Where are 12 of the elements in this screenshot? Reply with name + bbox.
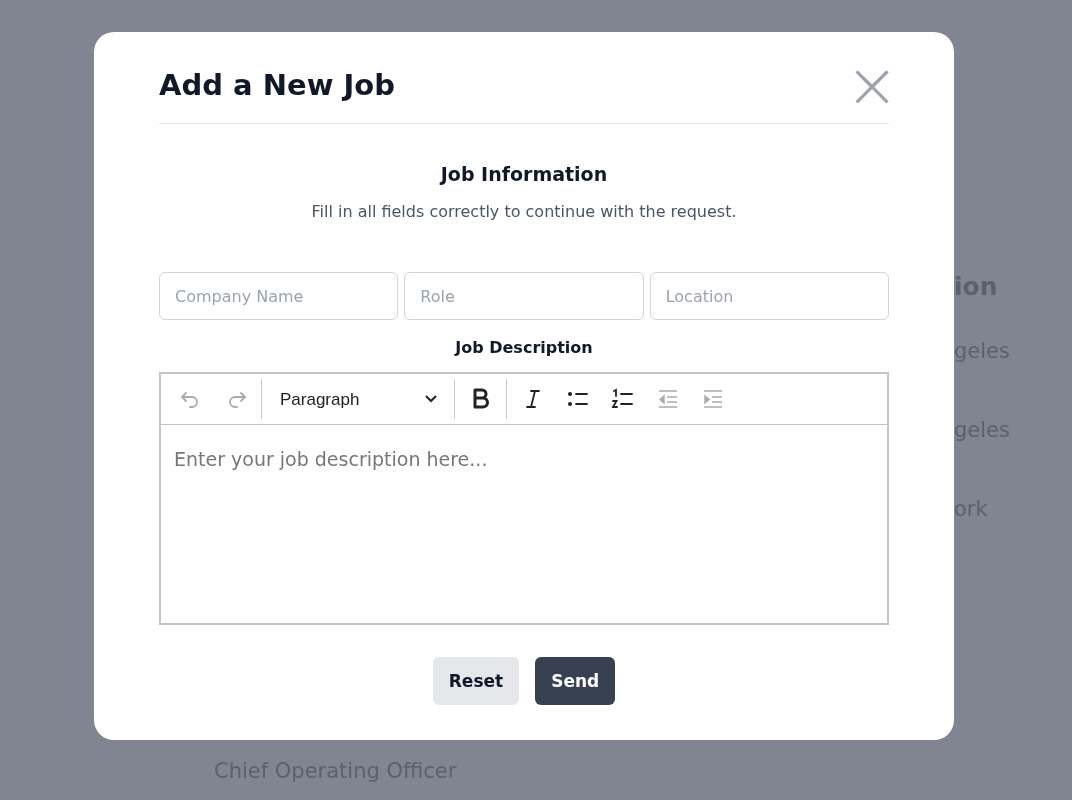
description-field[interactable]: Enter your job description here... <box>160 425 888 625</box>
input-field[interactable]: Location <box>649 272 889 321</box>
format-dropdown[interactable]: Paragraph <box>268 382 448 417</box>
input-field[interactable]: Company Name <box>159 272 399 321</box>
section-title: Job Information <box>438 161 609 187</box>
modal-title: Add a New Job <box>159 68 396 103</box>
reset-button[interactable]: Reset <box>432 657 520 706</box>
section-subtitle: Fill in all fields correctly to continue with the request. <box>310 201 738 224</box>
chevron-down-icon <box>424 394 438 405</box>
input-field[interactable]: Role <box>404 272 644 321</box>
send-button[interactable]: Send <box>535 657 616 706</box>
field-label: Job Description <box>453 337 594 360</box>
